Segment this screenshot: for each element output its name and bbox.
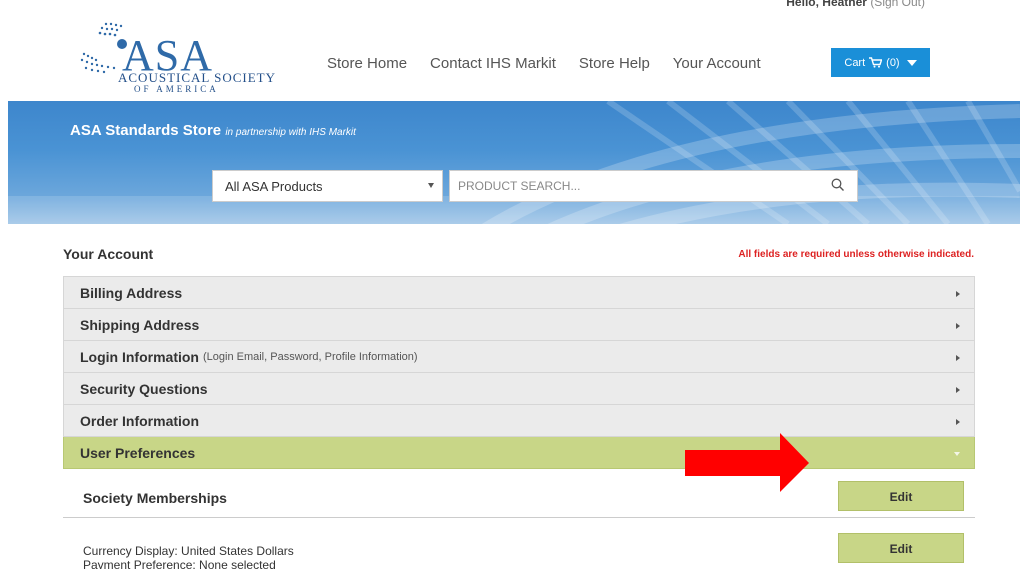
store-subtitle: in partnership with IHS Markit <box>225 127 356 138</box>
banner-pattern-graphic <box>8 101 1020 224</box>
store-banner: ASA Standards Store in partnership with … <box>8 101 1020 224</box>
store-title: ASA Standards Store in partnership with … <box>70 122 356 139</box>
cart-button[interactable]: Cart (0) <box>831 48 930 77</box>
user-greeting: Hello, Heather (Sign Out) <box>786 0 925 9</box>
nav-store-help[interactable]: Store Help <box>579 55 650 72</box>
chevron-right-icon <box>956 291 960 297</box>
currency-display-text: Currency Display: United States Dollars <box>83 544 294 558</box>
section-hint: (Login Email, Password, Profile Informat… <box>202 350 418 363</box>
product-category-select[interactable]: All ASA Products <box>212 170 443 202</box>
logo-text-line2: OF AMERICA <box>134 84 219 94</box>
greeting-text: Hello, Heather <box>786 0 867 9</box>
section-label: Login Information <box>80 348 199 365</box>
red-arrow-annotation-icon <box>685 433 809 492</box>
asa-logo[interactable]: ASA ACOUSTICAL SOCIETY OF AMERICA <box>78 18 288 94</box>
chevron-down-icon <box>954 452 960 456</box>
cart-label: Cart <box>844 56 866 69</box>
section-order-information[interactable]: Order Information <box>63 405 975 437</box>
product-search-input[interactable] <box>449 170 858 202</box>
section-login-information[interactable]: Login Information (Login Email, Password… <box>63 341 975 373</box>
section-label: Order Information <box>80 412 200 429</box>
chevron-right-icon <box>956 355 960 361</box>
chevron-right-icon <box>956 323 960 329</box>
chevron-right-icon <box>956 387 960 393</box>
cart-count: (0) <box>886 56 900 69</box>
section-user-preferences[interactable]: User Preferences <box>63 437 975 469</box>
section-label: User Preferences <box>80 444 196 461</box>
top-navigation: Store Home Contact IHS Markit Store Help… <box>327 55 784 72</box>
shopping-cart-icon <box>869 57 883 68</box>
account-sections: Billing Address Shipping Address Login I… <box>63 276 975 469</box>
chevron-down-icon <box>906 59 917 66</box>
society-memberships-label: Society Memberships <box>83 490 227 506</box>
sign-out-link[interactable]: (Sign Out) <box>870 0 925 9</box>
store-title-text: ASA Standards Store <box>70 122 222 139</box>
society-memberships-row: Society Memberships Edit <box>63 478 975 518</box>
page-title: Your Account <box>63 246 154 262</box>
chevron-right-icon <box>956 419 960 425</box>
search-icon[interactable] <box>831 178 845 192</box>
nav-contact-ihs-markit[interactable]: Contact IHS Markit <box>430 55 556 72</box>
section-security-questions[interactable]: Security Questions <box>63 373 975 405</box>
payment-preference-text: Payment Preference: None selected <box>83 558 276 569</box>
nav-store-home[interactable]: Store Home <box>327 55 407 72</box>
section-shipping-address[interactable]: Shipping Address <box>63 309 975 341</box>
section-label: Shipping Address <box>80 316 200 333</box>
currency-payment-row: Currency Display: United States Dollars … <box>63 533 975 569</box>
edit-memberships-button[interactable]: Edit <box>838 481 964 511</box>
dropdown-arrow-icon <box>428 183 434 188</box>
nav-your-account[interactable]: Your Account <box>673 55 761 72</box>
edit-currency-button[interactable]: Edit <box>838 533 964 563</box>
section-billing-address[interactable]: Billing Address <box>63 276 975 309</box>
section-label: Billing Address <box>80 284 183 301</box>
required-fields-note: All fields are required unless otherwise… <box>738 249 974 260</box>
category-selected-value: All ASA Products <box>225 178 323 194</box>
section-label: Security Questions <box>80 380 208 397</box>
page: Hello, Heather (Sign Out) ASA ACOUSTICAL… <box>0 0 1020 569</box>
